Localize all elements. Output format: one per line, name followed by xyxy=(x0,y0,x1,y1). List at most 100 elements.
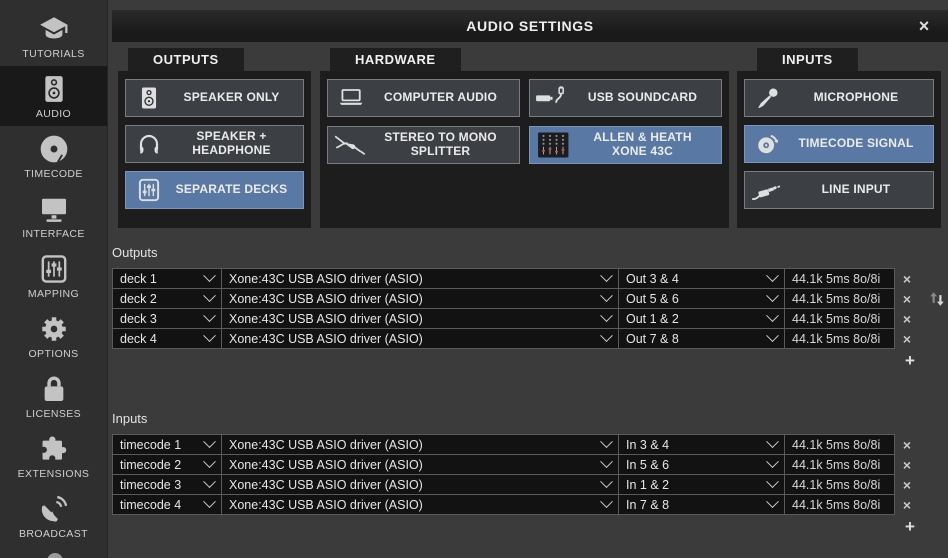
stats-value: 44.1k 5ms 8o/8i xyxy=(792,458,880,472)
sidebar-item-label: TIMECODE xyxy=(24,168,83,180)
chevron-down-icon xyxy=(600,309,613,322)
option-button[interactable]: SPEAKER + HEADPHONE xyxy=(125,125,304,163)
audio-stats: 44.1k 5ms 8o/8i xyxy=(784,308,895,329)
remove-row-button[interactable]: × xyxy=(895,474,919,495)
source-select[interactable]: timecode 3 xyxy=(112,474,222,495)
sidebar-item[interactable]: TUTORIALS xyxy=(0,6,107,66)
chevron-down-icon xyxy=(600,435,613,448)
chevron-down-icon xyxy=(600,475,613,488)
channel-select[interactable]: Out 7 & 8 xyxy=(618,328,785,349)
channel-value: In 3 & 4 xyxy=(626,438,669,452)
option-button[interactable]: ALLEN & HEATH XONE 43C xyxy=(529,126,722,164)
source-select[interactable]: deck 3 xyxy=(112,308,222,329)
stats-value: 44.1k 5ms 8o/8i xyxy=(792,272,880,286)
page-title: AUDIO SETTINGS xyxy=(112,18,948,34)
source-select[interactable]: deck 2 xyxy=(112,288,222,309)
option-button[interactable]: TIMECODE SIGNAL xyxy=(744,125,934,163)
chevron-down-icon xyxy=(766,455,779,468)
faders-icon xyxy=(37,252,71,286)
option-button[interactable]: SPEAKER ONLY xyxy=(125,79,304,117)
sections-row: OUTPUTS SPEAKER ONLY SPEAKER + HEADPHONE… xyxy=(118,71,941,228)
add-output-row-button[interactable]: + xyxy=(898,352,922,370)
channel-select[interactable]: In 3 & 4 xyxy=(618,434,785,455)
remove-row-button[interactable]: × xyxy=(895,308,919,329)
usb-cable-icon xyxy=(530,85,576,111)
option-button[interactable]: STEREO TO MONO SPLITTER xyxy=(327,126,520,164)
channel-select[interactable]: In 1 & 2 xyxy=(618,474,785,495)
sidebar-item[interactable]: EXTENSIONS xyxy=(0,426,107,486)
remove-row-button[interactable]: × xyxy=(895,434,919,455)
chevron-down-icon xyxy=(766,309,779,322)
option-button[interactable]: LINE INPUT xyxy=(744,171,934,209)
driver-value: Xone:43C USB ASIO driver (ASIO) xyxy=(229,332,423,346)
channel-select[interactable]: Out 5 & 6 xyxy=(618,288,785,309)
driver-value: Xone:43C USB ASIO driver (ASIO) xyxy=(229,498,423,512)
add-input-row-button[interactable]: + xyxy=(898,518,922,536)
remove-row-button[interactable]: × xyxy=(895,454,919,475)
channel-select[interactable]: Out 1 & 2 xyxy=(618,308,785,329)
chevron-down-icon xyxy=(600,455,613,468)
remove-row-button[interactable]: × xyxy=(895,328,919,349)
routing-row: timecode 3 Xone:43C USB ASIO driver (ASI… xyxy=(112,474,922,495)
remove-row-button[interactable]: × xyxy=(895,268,919,289)
chevron-down-icon xyxy=(203,495,216,508)
driver-select[interactable]: Xone:43C USB ASIO driver (ASIO) xyxy=(221,434,619,455)
audio-stats: 44.1k 5ms 8o/8i xyxy=(784,434,895,455)
option-button[interactable]: COMPUTER AUDIO xyxy=(327,79,520,117)
outputs-panel: OUTPUTS SPEAKER ONLY SPEAKER + HEADPHONE… xyxy=(118,71,311,228)
source-select[interactable]: deck 4 xyxy=(112,328,222,349)
sidebar-item-label: OPTIONS xyxy=(28,348,78,360)
driver-select[interactable]: Xone:43C USB ASIO driver (ASIO) xyxy=(221,474,619,495)
outputs-tab: OUTPUTS xyxy=(128,48,244,71)
sidebar-item[interactable]: LICENSES xyxy=(0,366,107,426)
sidebar-item-label: INTERFACE xyxy=(22,228,85,240)
routing-row: timecode 4 Xone:43C USB ASIO driver (ASI… xyxy=(112,494,922,515)
inputs-routing-label: Inputs xyxy=(112,411,922,426)
stats-value: 44.1k 5ms 8o/8i xyxy=(792,498,880,512)
source-select[interactable]: deck 1 xyxy=(112,268,222,289)
driver-select[interactable]: Xone:43C USB ASIO driver (ASIO) xyxy=(221,328,619,349)
channel-value: Out 7 & 8 xyxy=(626,332,679,346)
driver-select[interactable]: Xone:43C USB ASIO driver (ASIO) xyxy=(221,494,619,515)
monitor-icon xyxy=(37,192,71,226)
routing-row: deck 1 Xone:43C USB ASIO driver (ASIO) O… xyxy=(112,268,922,289)
source-select[interactable]: timecode 1 xyxy=(112,434,222,455)
swap-vertical-icon[interactable] xyxy=(926,287,948,311)
driver-select[interactable]: Xone:43C USB ASIO driver (ASIO) xyxy=(221,268,619,289)
headphones-icon xyxy=(126,131,172,157)
driver-select[interactable]: Xone:43C USB ASIO driver (ASIO) xyxy=(221,454,619,475)
option-button[interactable]: USB SOUNDCARD xyxy=(529,79,722,117)
option-button-label: SPEAKER + HEADPHONE xyxy=(172,130,303,158)
outputs-routing-label: Outputs xyxy=(112,245,922,260)
sidebar-item[interactable]: BROADCAST xyxy=(0,486,107,546)
close-icon[interactable]: × xyxy=(912,10,936,42)
stats-value: 44.1k 5ms 8o/8i xyxy=(792,478,880,492)
main-area: AUDIO SETTINGS × OUTPUTS SPEAKER ONLY SP… xyxy=(108,0,948,558)
remove-row-button[interactable]: × xyxy=(895,494,919,515)
channel-select[interactable]: In 7 & 8 xyxy=(618,494,785,515)
driver-select[interactable]: Xone:43C USB ASIO driver (ASIO) xyxy=(221,288,619,309)
option-button[interactable]: SEPARATE DECKS xyxy=(125,171,304,209)
inputs-routing-table: timecode 1 Xone:43C USB ASIO driver (ASI… xyxy=(112,434,922,515)
chevron-down-icon xyxy=(203,455,216,468)
sidebar-item[interactable]: TIMECODE xyxy=(0,126,107,186)
option-button[interactable]: MICROPHONE xyxy=(744,79,934,117)
sidebar-item-label: BROADCAST xyxy=(19,528,88,540)
source-value: timecode 4 xyxy=(120,498,181,512)
chevron-down-icon xyxy=(766,495,779,508)
chevron-down-icon xyxy=(766,329,779,342)
option-button-label: LINE INPUT xyxy=(791,183,933,197)
channel-select[interactable]: Out 3 & 4 xyxy=(618,268,785,289)
remove-row-button[interactable]: × xyxy=(895,288,919,309)
sidebar-item[interactable]: INTERFACE xyxy=(0,186,107,246)
option-button-label: USB SOUNDCARD xyxy=(576,91,721,105)
channel-select[interactable]: In 5 & 6 xyxy=(618,454,785,475)
sidebar-item[interactable]: AUDIO xyxy=(0,66,107,126)
sidebar-item[interactable]: MAPPING xyxy=(0,246,107,306)
option-button-label: ALLEN & HEATH XONE 43C xyxy=(576,131,721,159)
sidebar-item[interactable]: OPTIONS xyxy=(0,306,107,366)
source-select[interactable]: timecode 4 xyxy=(112,494,222,515)
source-select[interactable]: timecode 2 xyxy=(112,454,222,475)
inputs-panel: INPUTS MICROPHONE TIMECODE SIGNAL LINE I… xyxy=(737,71,941,228)
driver-select[interactable]: Xone:43C USB ASIO driver (ASIO) xyxy=(221,308,619,329)
